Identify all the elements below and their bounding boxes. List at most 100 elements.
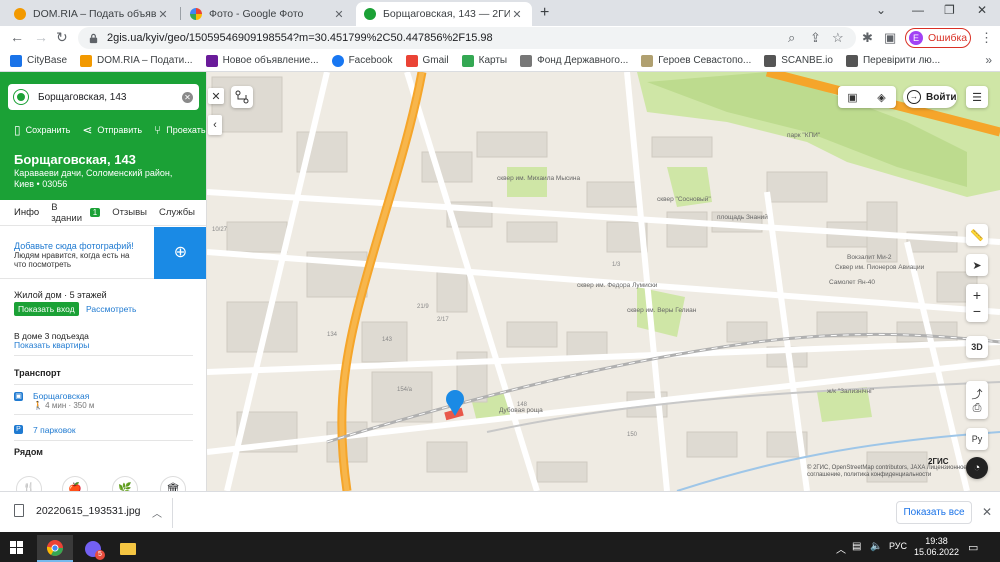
nearby-pharmacy-icon[interactable]: 🌿 <box>112 476 138 491</box>
ruler-button[interactable]: 📏 <box>966 224 988 246</box>
zoom-in-button[interactable]: + <box>973 287 981 303</box>
download-item[interactable]: 20220615_193531.jpg <box>14 504 141 517</box>
chrome-taskbar-button[interactable] <box>37 535 73 562</box>
forward-icon[interactable]: → <box>34 29 48 45</box>
bookmark-heroes[interactable]: Героев Севастопо... <box>641 54 751 67</box>
bookmark-facebook[interactable]: Facebook <box>331 54 393 67</box>
bookmark-star-icon[interactable]: ☆ <box>832 30 844 46</box>
window-close-button[interactable]: ✕ <box>977 3 987 17</box>
route-button[interactable] <box>231 86 253 108</box>
login-button[interactable]: → Войти <box>903 86 957 108</box>
tab-search-icon[interactable]: ⌄ <box>876 3 886 17</box>
divider <box>14 355 193 356</box>
tab-label: В здании <box>51 201 83 224</box>
parking-link[interactable]: 7 парковок <box>33 425 76 435</box>
map-label: парк "КПИ" <box>787 132 821 139</box>
close-icon[interactable]: ✕ <box>982 505 992 519</box>
clear-search-icon[interactable]: ✕ <box>182 91 193 103</box>
viber-taskbar-button[interactable]: 5 <box>75 535 111 562</box>
add-photo-button[interactable]: ⊕ <box>154 227 206 279</box>
windows-start-icon[interactable] <box>10 541 23 554</box>
maximize-button[interactable]: ❐ <box>944 3 955 17</box>
facebook-icon <box>331 54 344 67</box>
3d-button[interactable]: 3D <box>966 336 988 358</box>
extensions-icon[interactable]: ✱ <box>862 30 873 46</box>
explorer-taskbar-button[interactable] <box>110 535 146 562</box>
save-button[interactable]: ▯ Сохранить <box>14 123 70 137</box>
reload-icon[interactable]: ↻ <box>56 29 68 46</box>
view-button[interactable]: Рассмотреть <box>86 302 136 316</box>
language-indicator[interactable]: РУС <box>889 541 907 551</box>
chevron-up-icon[interactable]: ︿ <box>152 505 162 520</box>
menu-button[interactable]: ☰ <box>966 86 988 108</box>
bookmark-check[interactable]: Перевірити лю... <box>845 54 940 67</box>
bookmarks-more-icon[interactable]: » <box>985 53 992 67</box>
minimize-button[interactable]: — <box>912 3 924 17</box>
bookmark-scanbe[interactable]: SCANBE.io <box>764 54 833 67</box>
notifications-icon[interactable]: ▭ <box>968 541 978 554</box>
nearby-bank-icon[interactable]: 🏛 <box>160 476 186 491</box>
lock-icon[interactable] <box>88 33 99 44</box>
hamburger-icon: ☰ <box>972 91 982 104</box>
add-photo-link[interactable]: Добавьте сюда фотографий! <box>14 241 134 251</box>
tab-google-photos[interactable]: Фото - Google Фото ✕ <box>182 2 354 26</box>
bookmark-gmail[interactable]: Gmail <box>405 54 449 67</box>
nearby-grocery-icon[interactable]: 🍎 <box>62 476 88 491</box>
collapse-panel-button[interactable]: ‹ <box>208 115 222 135</box>
menu-kebab-icon[interactable]: ⋮ <box>980 30 993 46</box>
file-icon <box>14 504 24 517</box>
show-entrance-button[interactable]: Показать вход <box>14 302 79 316</box>
back-icon[interactable]: ← <box>10 29 24 45</box>
locate-button[interactable]: ➤ <box>966 254 988 276</box>
time: 19:38 <box>925 536 948 546</box>
directions-button[interactable]: ⑂ Проехать <box>154 123 206 137</box>
profile-status: Ошибка <box>928 32 968 44</box>
network-icon[interactable]: ▤ <box>852 541 861 552</box>
new-tab-button[interactable]: + <box>540 4 549 22</box>
map-canvas[interactable]: сквер им. Михаила Мысина сквер "Сосновый… <box>207 72 1000 491</box>
tab-reviews[interactable]: Отзывы <box>112 207 147 218</box>
map-label: ж/к "Зализнічні" <box>827 388 874 395</box>
tab-label: Отзывы <box>112 207 147 218</box>
share-button[interactable]: ⋖ Отправить <box>82 123 142 137</box>
layers-icon[interactable]: ◈ <box>867 91 896 104</box>
bookmark-citybase[interactable]: CityBase <box>10 54 67 67</box>
house-number: 143 <box>382 337 393 343</box>
transport-stop-link[interactable]: Борщаговская <box>33 391 89 401</box>
close-panel-button[interactable]: ✕ <box>208 88 224 104</box>
volume-icon[interactable]: 🔈 <box>870 541 882 552</box>
clock[interactable]: 19:38 15.06.2022 <box>914 536 959 558</box>
nearby-food-icon[interactable]: 🍴 <box>16 476 42 491</box>
show-apartments-link[interactable]: Показать квартиры <box>14 340 89 350</box>
tab-services[interactable]: Службы <box>159 207 195 218</box>
chevron-up-icon[interactable]: ︿ <box>836 541 846 556</box>
side-panel-icon[interactable]: ▣ <box>884 30 896 46</box>
bookmark-domria[interactable]: DOM.RIA – Подати... <box>80 54 193 67</box>
close-icon[interactable]: ✕ <box>156 8 170 21</box>
share-icon[interactable]: ⤴ <box>972 386 983 402</box>
chrome-icon <box>47 539 63 556</box>
tab-info[interactable]: Инфо <box>14 207 39 218</box>
tab-domria[interactable]: DOM.RIA – Подать объявление ✕ <box>6 2 178 26</box>
search-value[interactable]: Борщаговская, 143 <box>38 92 126 103</box>
close-icon[interactable]: ✕ <box>510 8 524 21</box>
share-icon[interactable]: ⇪ <box>810 30 821 46</box>
tab-in-building[interactable]: В здании 1 <box>51 201 101 224</box>
tab-2gis[interactable]: Борщаговская, 143 — 2ГИС ✕ <box>356 2 532 26</box>
bookmark-state-fund[interactable]: Фонд Державного... <box>520 54 628 67</box>
gallery-icon[interactable]: ▣ <box>838 91 867 104</box>
address-bar[interactable]: 2gis.ua/kyiv/geo/15059546909198554?m=30.… <box>78 27 856 49</box>
url-text[interactable]: 2gis.ua/kyiv/geo/15059546909198554?m=30.… <box>107 32 493 44</box>
search-lens-icon[interactable]: ⌕ <box>788 30 795 46</box>
bookmark-maps[interactable]: Карты <box>461 54 507 67</box>
close-icon[interactable]: ✕ <box>332 8 346 21</box>
show-all-button[interactable]: Показать все <box>896 501 972 524</box>
print-icon[interactable]: ⎙ <box>973 402 982 415</box>
zoom-out-button[interactable]: − <box>973 303 981 319</box>
profile-error-button[interactable]: E Ошибка <box>905 28 971 48</box>
bus-stop-icon: ▣ <box>14 392 23 401</box>
place-title: Борщаговская, 143 <box>14 152 136 167</box>
search-input[interactable]: Борщаговская, 143 ✕ <box>8 84 199 110</box>
language-button[interactable]: Ру <box>966 428 988 450</box>
bookmark-new-ad[interactable]: Новое объявление... <box>205 54 319 67</box>
